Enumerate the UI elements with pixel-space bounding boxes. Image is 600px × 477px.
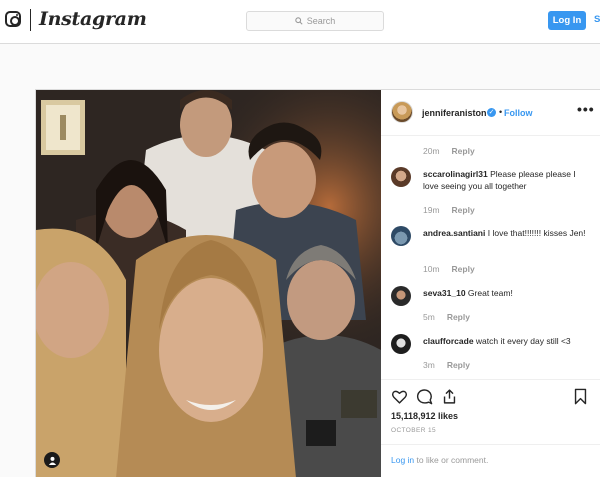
post-photo[interactable] (36, 90, 381, 477)
login-button[interactable]: Log In (548, 11, 586, 30)
comment-username[interactable]: andrea.santiani (423, 228, 485, 238)
more-options-icon[interactable]: ••• (577, 101, 595, 117)
comments-list[interactable]: 20m Reply sccarolinagirl31 Please please … (381, 136, 600, 379)
comment-text: andrea.santiani I love that!!!!!!! kisse… (423, 228, 586, 238)
post-card: jenniferaniston ✓ • Follow ••• 20m Reply … (35, 89, 600, 477)
user-tag-icon[interactable] (44, 452, 60, 468)
comment-time: 5m (423, 312, 435, 322)
reply-link[interactable]: Reply (452, 264, 475, 274)
post-date: OCTOBER 15 (391, 427, 437, 434)
follow-button[interactable]: Follow (504, 108, 533, 118)
search-placeholder: Search (306, 16, 336, 26)
comment-time: 19m (423, 205, 440, 215)
separator-dot: • (499, 107, 503, 117)
login-prompt: Log in to like or comment. (381, 444, 600, 477)
comment-time: 20m (423, 146, 440, 156)
login-prompt-text: to like or comment. (414, 455, 489, 465)
avatar[interactable] (391, 226, 411, 246)
instagram-wordmark[interactable]: Instagram (39, 8, 147, 30)
post-actions: 15,118,912 likes OCTOBER 15 Log in to li… (381, 379, 600, 477)
share-icon[interactable] (441, 388, 458, 405)
search-input[interactable]: Search (246, 11, 384, 31)
post-side-panel: jenniferaniston ✓ • Follow ••• 20m Reply … (381, 90, 600, 477)
post-username[interactable]: jenniferaniston (422, 108, 487, 118)
reply-link[interactable]: Reply (447, 312, 470, 322)
comment-username[interactable]: seva31_10 (423, 288, 466, 298)
verified-badge-icon: ✓ (487, 108, 496, 117)
reply-link[interactable]: Reply (452, 146, 475, 156)
reply-link[interactable]: Reply (447, 360, 470, 370)
group-selfie-image (36, 90, 381, 477)
comment-time: 10m (423, 264, 440, 274)
avatar[interactable] (391, 101, 413, 123)
bookmark-icon[interactable] (572, 388, 589, 405)
avatar[interactable] (391, 286, 411, 306)
comment-text: claufforcade watch it every day still <3 (423, 336, 571, 346)
comment-time: 3m (423, 360, 435, 370)
avatar[interactable] (391, 167, 411, 187)
comment-text: seva31_10 Great team! (423, 288, 513, 298)
comment-username[interactable]: claufforcade (423, 336, 474, 346)
comment-icon[interactable] (416, 388, 433, 405)
comment-username[interactable]: sccarolinagirl31 (423, 169, 488, 179)
signup-link[interactable]: S (594, 14, 600, 25)
reply-link[interactable]: Reply (452, 205, 475, 215)
comment-text: sccarolinagirl31 Please please please I … (423, 169, 576, 191)
top-navigation-bar: Instagram Search Log In S (0, 0, 600, 44)
post-header: jenniferaniston ✓ • Follow ••• (381, 90, 600, 136)
instagram-glyph-icon[interactable] (5, 11, 21, 27)
logo-divider (30, 9, 31, 31)
likes-count[interactable]: 15,118,912 likes (391, 411, 458, 421)
login-link[interactable]: Log in (391, 455, 414, 465)
heart-icon[interactable] (391, 388, 408, 405)
avatar[interactable] (391, 334, 411, 354)
search-icon (295, 17, 303, 25)
